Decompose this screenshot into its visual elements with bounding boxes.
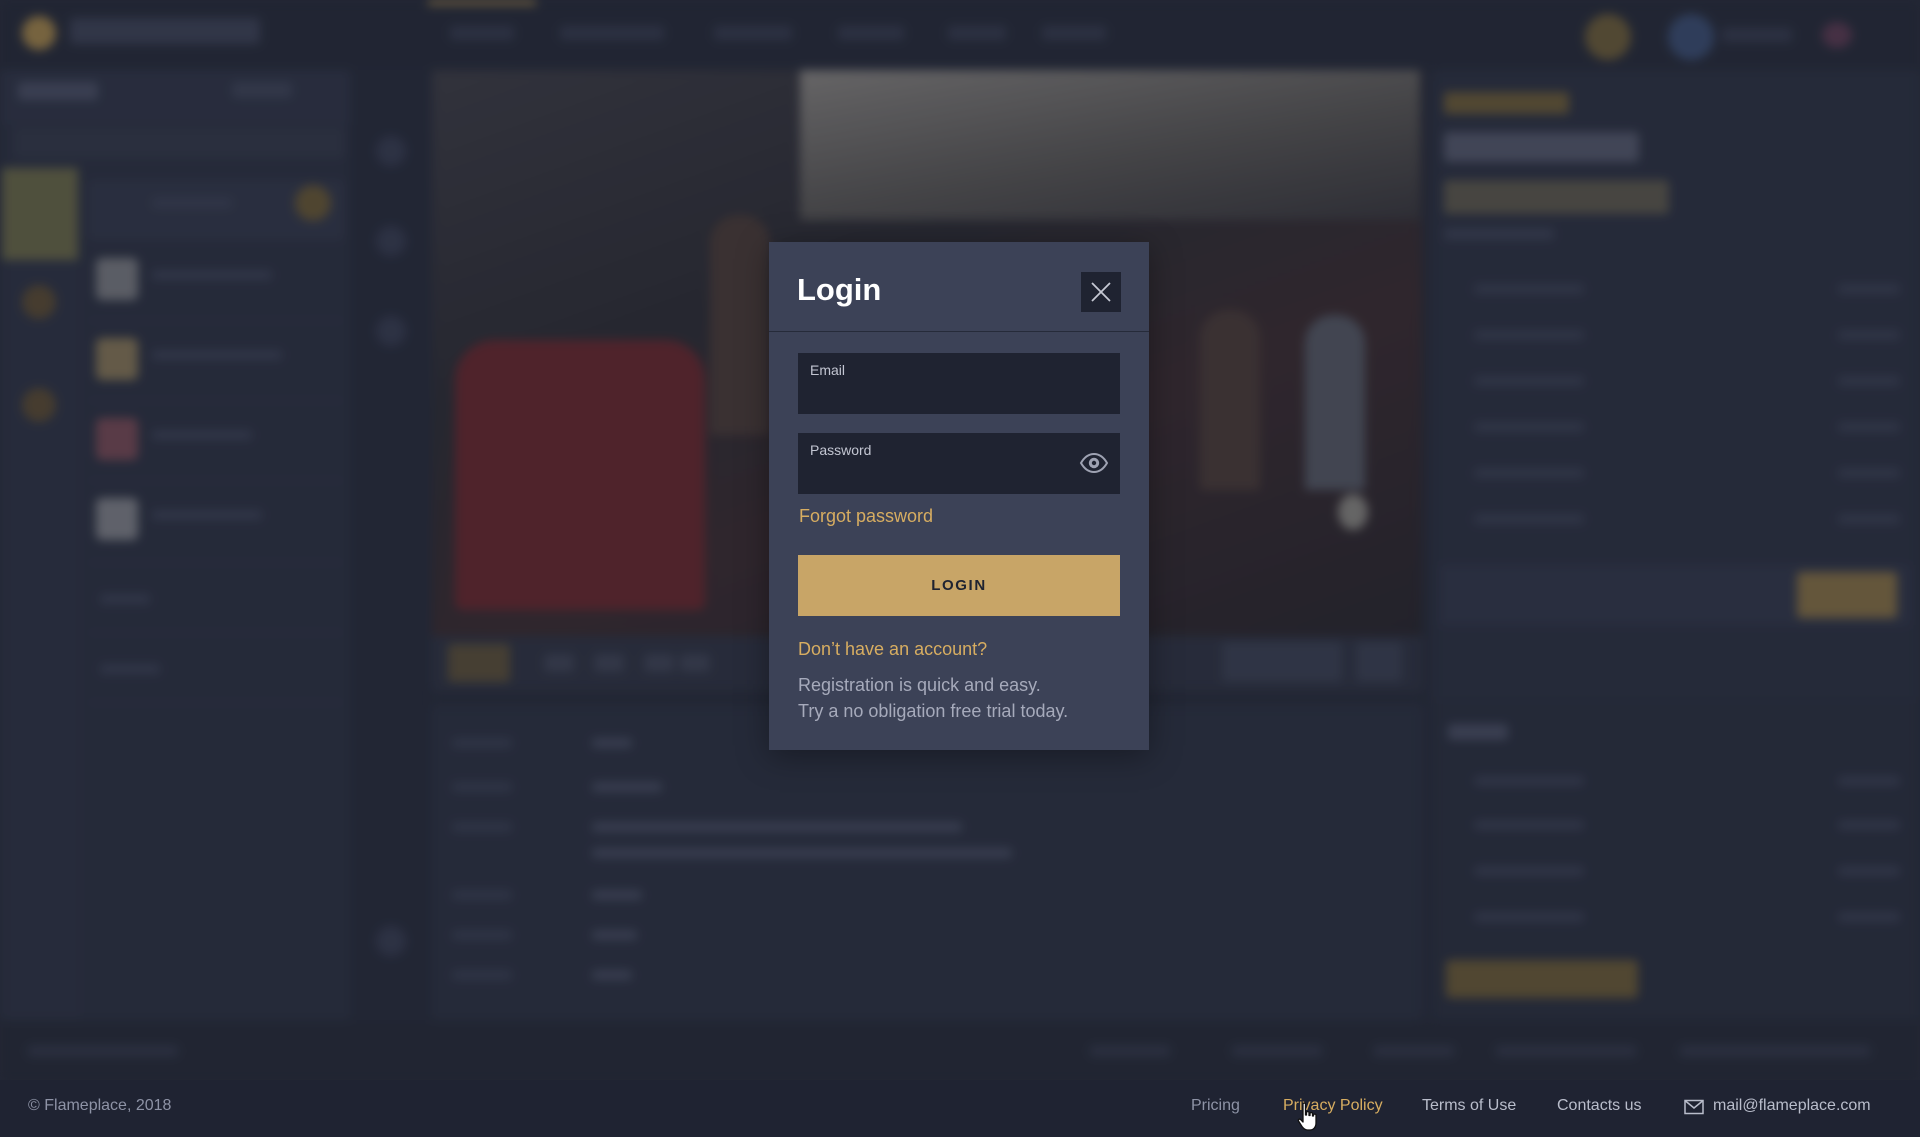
footer-link-pricing[interactable]: Pricing (1191, 1097, 1240, 1115)
hand-cursor-icon (1297, 1102, 1317, 1131)
close-button[interactable] (1081, 272, 1121, 312)
modal-title: Login (797, 272, 882, 307)
close-icon (1091, 282, 1111, 302)
footer-link-terms-of-use[interactable]: Terms of Use (1422, 1097, 1516, 1115)
no-account-link[interactable]: Don’t have an account? (798, 639, 987, 660)
email-input[interactable] (810, 381, 1070, 407)
email-field[interactable]: Email (798, 353, 1120, 414)
email-label: Email (810, 362, 846, 378)
password-field[interactable]: Password (798, 433, 1120, 494)
mail-icon (1684, 1099, 1704, 1115)
forgot-password-link[interactable]: Forgot password (799, 506, 933, 527)
modal-divider (769, 331, 1149, 332)
password-input[interactable] (810, 461, 1070, 487)
login-button[interactable]: LOGIN (798, 555, 1120, 616)
login-modal: Login Email Password Forgot password LOG… (769, 242, 1149, 750)
eye-icon (1079, 452, 1109, 474)
show-password-button[interactable] (1078, 450, 1110, 478)
registration-text-line2: Try a no obligation free trial today. (798, 701, 1069, 721)
footer-link-contacts[interactable]: Contacts us (1557, 1097, 1641, 1115)
password-label: Password (810, 442, 872, 458)
footer-email-link[interactable]: mail@flameplace.com (1713, 1097, 1871, 1115)
footer-copyright: © Flameplace, 2018 (28, 1097, 172, 1114)
registration-text-line1: Registration is quick and easy. (798, 675, 1041, 695)
